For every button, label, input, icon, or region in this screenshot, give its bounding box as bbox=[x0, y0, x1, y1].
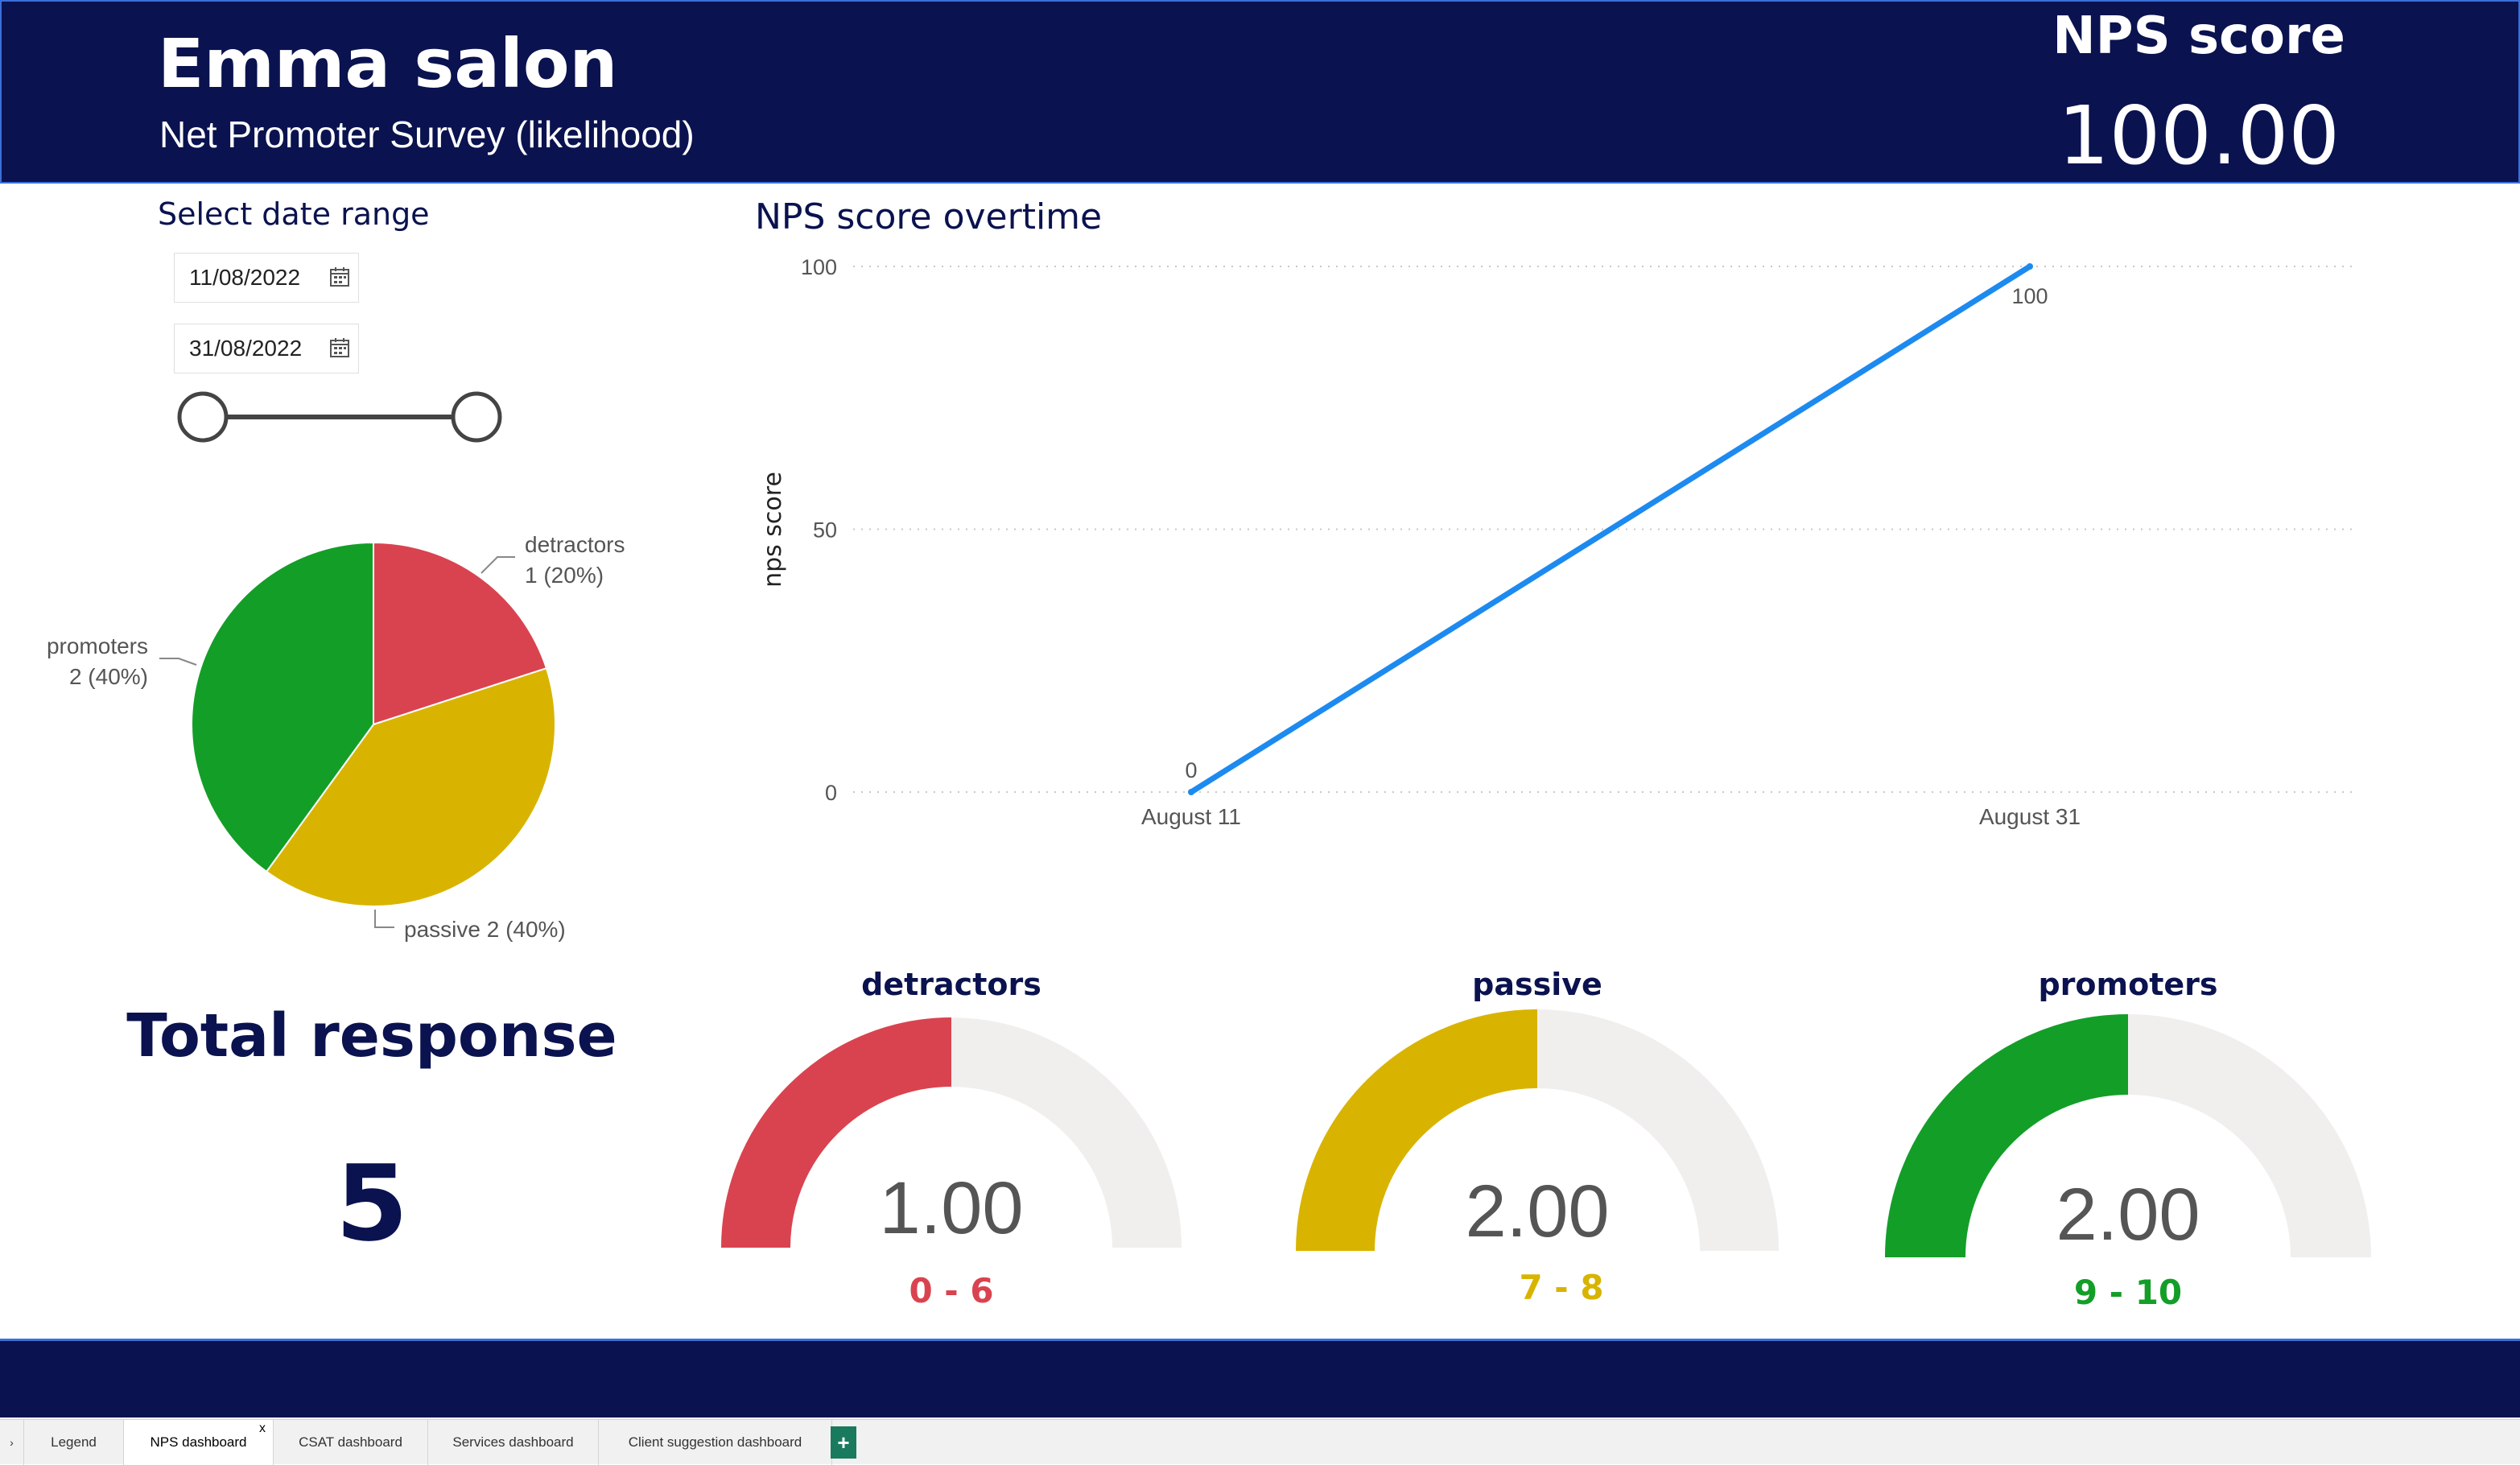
page-tabs-bar: › Legend NPS dashboard x CSAT dashboard … bbox=[0, 1419, 2520, 1465]
gauges: detractors 1.00 0 - 6 passive 2.00 7 - 8 promo… bbox=[721, 967, 2371, 1312]
add-page-button[interactable]: + bbox=[831, 1426, 856, 1459]
gauge-title-detractors: detractors bbox=[861, 967, 1041, 1002]
pie-label-promoters-value: 2 (40%) bbox=[69, 664, 148, 689]
pie-label-detractors-value: 1 (20%) bbox=[525, 563, 604, 588]
gauge-range-promoters: 9 - 10 bbox=[2074, 1273, 2182, 1312]
gauge-title-passive: passive bbox=[1472, 967, 1602, 1002]
x-tick-label: August 31 bbox=[1979, 804, 2081, 829]
pie-leader-detractors bbox=[480, 556, 515, 574]
pie-label-detractors-name: detractors bbox=[525, 532, 625, 557]
footer-banner bbox=[0, 1339, 2520, 1418]
gauge-value-detractors: 1.00 bbox=[879, 1167, 1023, 1249]
tab-csat-dashboard[interactable]: CSAT dashboard bbox=[274, 1420, 428, 1465]
close-tab-icon[interactable]: x bbox=[259, 1422, 266, 1436]
chart-canvas: detractors 1 (20%) promoters 2 (40%) pas… bbox=[47, 196, 2371, 1312]
y-tick-label: 50 bbox=[813, 518, 837, 543]
pie-leader-passive bbox=[374, 910, 394, 928]
line-chart: 0 50 100 August 11 August 31 0 100 bbox=[801, 255, 2358, 829]
gauge-value-passive: 2.00 bbox=[1465, 1170, 1609, 1252]
gauge-title-promoters: promoters bbox=[2038, 967, 2217, 1002]
gauge-range-detractors: 0 - 6 bbox=[909, 1271, 993, 1310]
data-label: 100 bbox=[2011, 284, 2048, 308]
x-tick-label: August 11 bbox=[1141, 804, 1241, 829]
tab-services-dashboard[interactable]: Services dashboard bbox=[428, 1420, 599, 1465]
tab-nps-dashboard[interactable]: NPS dashboard bbox=[124, 1420, 274, 1465]
data-label: 0 bbox=[1185, 758, 1197, 782]
tab-scroll-left[interactable]: › bbox=[0, 1420, 24, 1465]
line-chart-title: NPS score overtime bbox=[755, 196, 1102, 237]
pie-label-promoters-name: promoters bbox=[47, 633, 148, 658]
tab-legend[interactable]: Legend bbox=[24, 1420, 124, 1465]
total-response-label: Total response bbox=[126, 1001, 617, 1071]
tab-client-suggestion-dashboard[interactable]: Client suggestion dashboard bbox=[599, 1420, 832, 1465]
y-tick-label: 100 bbox=[801, 255, 837, 279]
gauge-range-passive: 7 - 8 bbox=[1519, 1268, 1603, 1307]
data-point[interactable] bbox=[1188, 789, 1194, 795]
pie-label-passive: passive 2 (40%) bbox=[404, 917, 566, 942]
line-chart-ylabel: nps score bbox=[759, 472, 787, 588]
data-point[interactable] bbox=[2027, 263, 2033, 270]
pie-leader-promoters bbox=[159, 658, 197, 666]
y-tick-label: 0 bbox=[825, 781, 837, 805]
nps-series-line bbox=[1190, 264, 2031, 794]
pie-chart bbox=[191, 541, 556, 907]
gauge-value-promoters: 2.00 bbox=[2056, 1174, 2200, 1256]
total-response-value: 5 bbox=[336, 1142, 408, 1265]
